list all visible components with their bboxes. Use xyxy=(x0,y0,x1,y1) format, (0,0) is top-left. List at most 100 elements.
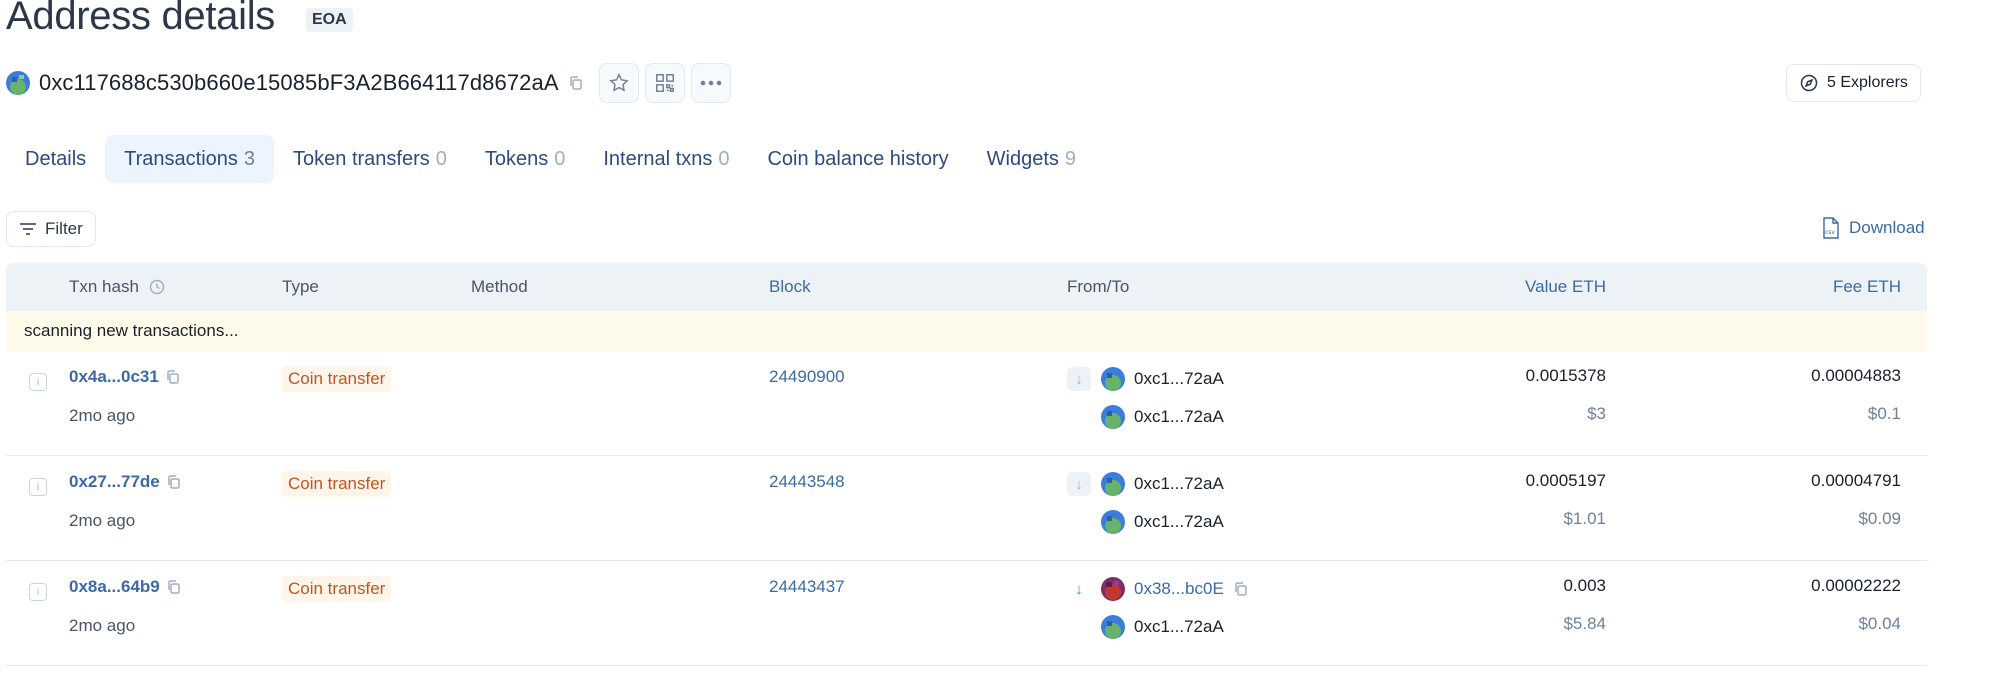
address-text: 0xc1...72aA xyxy=(1134,617,1224,636)
avatar xyxy=(1101,577,1125,601)
tab-count: 0 xyxy=(718,147,730,170)
header-type: Type xyxy=(282,277,319,296)
address-text: 0xc1...72aA xyxy=(1134,369,1224,388)
download-label: Download xyxy=(1849,218,1925,237)
address-avatar xyxy=(6,71,30,95)
avatar xyxy=(1101,472,1125,496)
download-csv-link[interactable]: csv Download xyxy=(1821,217,1925,239)
fee-usd: $0.04 xyxy=(1858,614,1901,633)
tab-label: Token transfers xyxy=(293,147,430,170)
txn-hash-text: 0x8a...64b9 xyxy=(69,577,160,596)
tab-widgets[interactable]: Widgets 9 xyxy=(968,135,1095,183)
fee-usd: $0.09 xyxy=(1858,509,1901,528)
eoa-badge: EOA xyxy=(306,8,353,32)
copy-icon[interactable] xyxy=(166,474,182,490)
scanning-notice: scanning new transactions... xyxy=(6,311,1927,351)
header-label: Txn hash xyxy=(69,277,139,296)
header-method: Method xyxy=(471,277,528,296)
address-text: 0xc1...72aA xyxy=(1134,512,1224,531)
value-usd: $5.84 xyxy=(1563,614,1606,633)
info-icon[interactable]: i xyxy=(29,373,47,391)
arrow-down-icon: ↓ xyxy=(1067,472,1091,496)
txn-age: 2mo ago xyxy=(69,511,136,530)
type-badge: Coin transfer xyxy=(282,576,392,602)
clock-icon[interactable] xyxy=(149,279,165,295)
txn-age: 2mo ago xyxy=(69,406,136,425)
from-address: 0xc1...72aA xyxy=(1101,367,1224,391)
to-address: 0xc1...72aA xyxy=(1101,510,1224,534)
favorite-star-button[interactable] xyxy=(598,63,639,103)
filter-label: Filter xyxy=(45,219,83,238)
fee-eth: 0.00002222 xyxy=(1811,576,1901,595)
txn-hash-link[interactable]: 0x27...77de xyxy=(69,472,182,492)
tab-coin-balance-history[interactable]: Coin balance history xyxy=(748,135,967,183)
explorers-button[interactable]: 5 Explorers xyxy=(1786,64,1921,102)
tab-internal-txns[interactable]: Internal txns 0 xyxy=(584,135,748,183)
tab-label: Tokens xyxy=(484,147,549,170)
address-text: 0x38...bc0E xyxy=(1134,579,1224,598)
tab-label: Details xyxy=(25,147,87,170)
more-options-button[interactable] xyxy=(690,63,731,103)
info-icon[interactable]: i xyxy=(29,583,47,601)
tab-label: Widgets xyxy=(986,147,1059,170)
txn-hash-link[interactable]: 0x4a...0c31 xyxy=(69,367,181,387)
header-from-to: From/To xyxy=(1067,277,1130,296)
fee-eth: 0.00004883 xyxy=(1811,366,1901,385)
tab-count: 0 xyxy=(435,147,447,170)
block-link[interactable]: 24443437 xyxy=(769,577,845,597)
tab-count: 0 xyxy=(554,147,566,170)
page-title: Address details xyxy=(6,0,275,38)
value-eth: 0.0015378 xyxy=(1525,366,1606,385)
value-eth: 0.003 xyxy=(1563,576,1606,595)
copy-icon[interactable] xyxy=(1233,581,1249,597)
avatar xyxy=(1101,510,1125,534)
avatar xyxy=(1101,367,1125,391)
avatar xyxy=(1101,615,1125,639)
to-address: 0xc1...72aA xyxy=(1101,615,1224,639)
csv-file-icon: csv xyxy=(1823,217,1839,239)
qr-code-button[interactable] xyxy=(644,63,685,103)
tab-token-transfers[interactable]: Token transfers 0 xyxy=(274,135,466,183)
address-row: 0xc117688c530b660e15085bF3A2B664117d8672… xyxy=(6,63,731,103)
header-value-eth[interactable]: Value ETH xyxy=(1406,263,1606,311)
block-link[interactable]: 24490900 xyxy=(769,367,845,387)
tab-bar: Details Transactions 3 Token transfers 0 T… xyxy=(6,135,1095,183)
address-text: 0xc1...72aA xyxy=(1134,407,1224,426)
from-address-link[interactable]: 0x38...bc0E xyxy=(1101,577,1249,601)
tab-tokens[interactable]: Tokens 0 xyxy=(466,135,585,183)
qr-code-icon xyxy=(655,74,674,92)
header-block[interactable]: Block xyxy=(769,263,811,311)
txn-hash-text: 0x27...77de xyxy=(69,472,160,491)
filter-icon xyxy=(20,223,36,235)
header-fee-eth[interactable]: Fee ETH xyxy=(1706,263,1901,311)
avatar xyxy=(1101,405,1125,429)
tab-transactions[interactable]: Transactions 3 xyxy=(105,135,275,183)
address-hash: 0xc117688c530b660e15085bF3A2B664117d8672… xyxy=(39,70,559,95)
tab-count: 3 xyxy=(243,147,256,170)
arrow-down-icon: ↓ xyxy=(1067,367,1091,391)
info-icon[interactable]: i xyxy=(29,478,47,496)
value-eth: 0.0005197 xyxy=(1525,471,1606,490)
copy-icon[interactable] xyxy=(165,369,181,385)
table-row: i 0x8a...64b9 2mo ago Coin transfer 2444… xyxy=(6,561,1927,666)
tab-count: 9 xyxy=(1064,147,1077,170)
value-usd: $1.01 xyxy=(1563,509,1606,528)
fee-eth: 0.00004791 xyxy=(1811,471,1901,490)
tab-details[interactable]: Details xyxy=(6,135,105,183)
table-row: i 0x27...77de 2mo ago Coin transfer 2444… xyxy=(6,456,1927,561)
to-address: 0xc1...72aA xyxy=(1101,405,1224,429)
table-row: i 0x4a...0c31 2mo ago Coin transfer 2449… xyxy=(6,351,1927,456)
block-link[interactable]: 24443548 xyxy=(769,472,845,492)
address-text: 0xc1...72aA xyxy=(1134,474,1224,493)
svg-text:csv: csv xyxy=(1825,229,1835,236)
txn-hash-link[interactable]: 0x8a...64b9 xyxy=(69,577,182,597)
arrow-down-icon: ↓ xyxy=(1075,580,1083,598)
filter-button[interactable]: Filter xyxy=(6,211,96,247)
copy-icon[interactable] xyxy=(166,579,182,595)
value-usd: $3 xyxy=(1587,404,1606,423)
compass-icon xyxy=(1800,74,1818,92)
from-address: 0xc1...72aA xyxy=(1101,472,1224,496)
table-header: Txn hash Type Method Block From/To Value… xyxy=(6,263,1927,311)
copy-icon[interactable] xyxy=(567,74,585,92)
txn-hash-text: 0x4a...0c31 xyxy=(69,367,159,386)
